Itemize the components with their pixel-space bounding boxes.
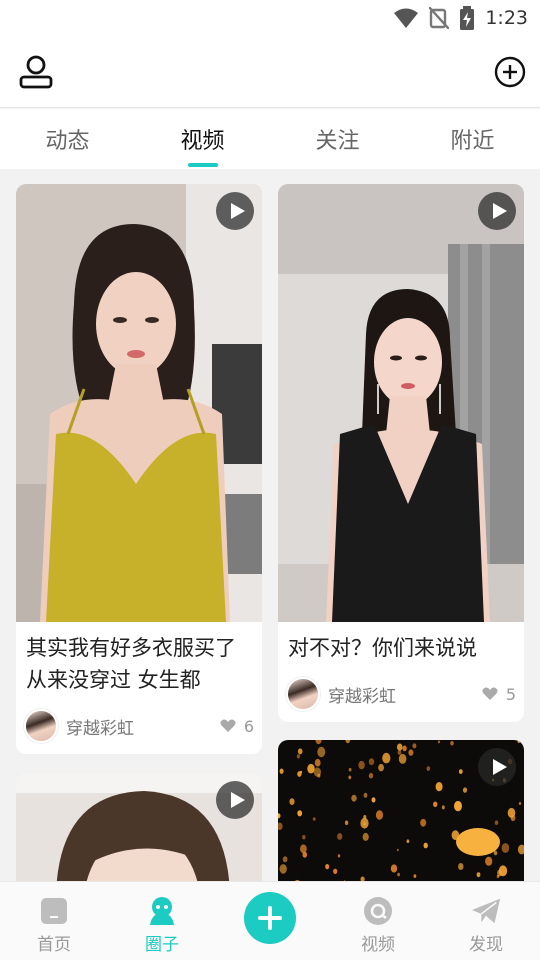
card-title: 其实我有好多衣服买了从来没穿过 女生都 (26, 636, 236, 692)
video-thumbnail[interactable] (278, 184, 524, 622)
tab-bar: 动态 视频 关注 附近 (0, 109, 540, 169)
play-icon[interactable] (478, 748, 516, 786)
nav-circle[interactable]: 圈子 (108, 882, 216, 960)
avatar[interactable] (24, 709, 58, 743)
card-title: 对不对？你们来说说 (288, 636, 477, 660)
author-name[interactable]: 穿越彩虹 (328, 682, 482, 707)
video-thumbnail[interactable] (16, 184, 262, 622)
play-icon[interactable] (216, 192, 254, 230)
top-bar (0, 36, 540, 108)
woman-black-dress-image (278, 184, 524, 622)
video-card[interactable]: 其实我有好多衣服买了从来没穿过 女生都 穿越彩虹 6 (16, 184, 262, 754)
play-icon[interactable] (478, 192, 516, 230)
heart-icon (220, 719, 236, 732)
battery-charging-icon (460, 6, 475, 30)
plus-icon[interactable] (244, 892, 296, 944)
circle-icon (146, 896, 178, 926)
video-thumbnail[interactable] (16, 773, 262, 881)
nav-publish[interactable] (216, 882, 324, 960)
likes[interactable]: 6 (220, 717, 254, 736)
woman-yellow-dress-image (16, 184, 262, 622)
no-signal-icon (429, 7, 450, 29)
status-icons: 1:23 (393, 6, 528, 30)
author-name[interactable]: 穿越彩虹 (66, 714, 220, 739)
tab-dynamics[interactable]: 动态 (0, 109, 135, 169)
author-row: 穿越彩虹 5 (286, 676, 516, 712)
heart-icon (482, 687, 498, 700)
nav-label: 视频 (361, 935, 395, 955)
video-thumbnail[interactable] (278, 740, 524, 881)
bottom-nav: 首页 圈子 视频 发现 (0, 881, 540, 960)
likes[interactable]: 5 (482, 685, 516, 704)
status-time: 1:23 (485, 7, 528, 29)
play-icon[interactable] (216, 781, 254, 819)
likes-count: 5 (505, 684, 516, 704)
video-card[interactable] (16, 773, 262, 881)
nav-label: 首页 (37, 935, 71, 955)
add-circle-icon[interactable] (494, 56, 526, 88)
nav-video[interactable]: 视频 (324, 882, 432, 960)
nav-discover[interactable]: 发现 (432, 882, 540, 960)
video-feed[interactable]: 其实我有好多衣服买了从来没穿过 女生都 穿越彩虹 6 对不对？你们来说说 穿越彩… (0, 169, 540, 881)
video-card[interactable] (278, 740, 524, 881)
tab-videos[interactable]: 视频 (135, 109, 270, 169)
discover-icon (470, 896, 502, 926)
status-bar: 1:23 (0, 0, 540, 36)
home-icon (38, 896, 70, 926)
video-icon (362, 896, 394, 926)
avatar[interactable] (286, 677, 320, 711)
video-card[interactable]: 对不对？你们来说说 穿越彩虹 5 (278, 184, 524, 722)
profile-icon[interactable] (18, 54, 54, 90)
likes-count: 6 (243, 716, 254, 736)
author-row: 穿越彩虹 6 (24, 708, 254, 744)
tab-nearby[interactable]: 附近 (405, 109, 540, 169)
tab-following[interactable]: 关注 (270, 109, 405, 169)
nav-home[interactable]: 首页 (0, 882, 108, 960)
nav-label: 圈子 (145, 935, 179, 955)
wifi-icon (394, 8, 419, 28)
nav-label: 发现 (469, 935, 503, 955)
